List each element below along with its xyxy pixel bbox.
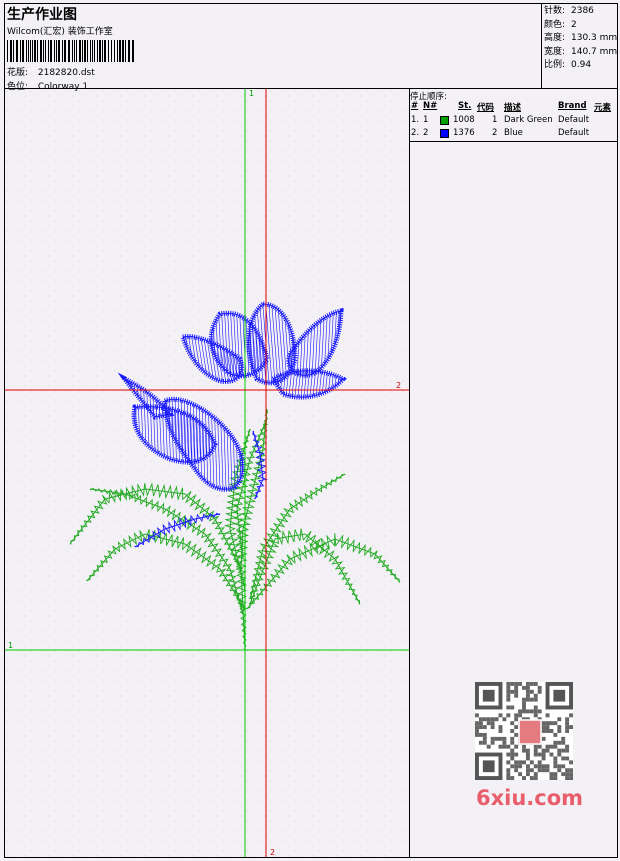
stat-label: 颜色: [544,19,566,30]
pattern-label: 花版: [7,68,29,78]
design-canvas[interactable]: 1 1 2 2 [5,89,409,857]
divider [410,141,618,142]
column-header: 描述 [504,103,522,113]
guide-label: 2 [396,381,401,390]
column-header: 代码 [477,103,495,113]
stop-sequence-panel: 停止顺序: # N# St. 代码 描述 Brand 元素 1. 1 1008 … [410,89,618,142]
header-info: 生产作业图 Wilcom(汇宏) 装饰工作室 花版: 2182820.dst 色… [7,4,537,92]
watermark-text: 6xiu.com [476,786,584,810]
pattern-file: 花版: 2182820.dst [7,65,95,78]
studio-name: Wilcom(汇宏) 装饰工作室 [7,27,113,37]
column-header: St. [458,101,472,111]
row-brand: Default [558,115,590,125]
stat-scale: 比例: 0.94 [544,59,616,73]
stat-value: 140.7 mm [571,46,618,57]
stat-label: 高度: [544,33,566,43]
row-code: 2 [492,128,498,138]
divider [409,89,410,857]
stat-value: 0.94 [571,60,592,70]
stat-height: 高度: 130.3 mm [544,32,618,46]
color-swatch [440,116,449,125]
stat-value: 2 [571,19,577,30]
qr-code-icon [475,682,573,780]
row-needle: 2 [423,128,429,138]
row-code: 1 [492,115,498,125]
page-title: 生产作业图 [7,7,77,23]
column-header: Brand [558,101,587,111]
column-header: # [411,101,419,111]
stat-width: 宽度: 140.7 mm [544,46,618,60]
barcode-icon [7,40,134,62]
row-index: 2. [411,128,420,138]
fabric-background [5,89,409,857]
guide-label: 1 [249,89,254,98]
stat-stitches: 针数: 2386 [544,5,616,19]
row-description: Dark Green [504,115,553,125]
production-sheet: 生产作业图 Wilcom(汇宏) 装饰工作室 花版: 2182820.dst 色… [0,0,620,861]
qr-badge-icon [518,719,542,745]
divider [541,3,542,88]
row-index: 1. [411,115,420,125]
stat-label: 针数: [544,6,566,16]
stat-label: 比例: [544,60,566,70]
color-swatch [440,129,449,138]
row-stitches: 1376 [453,128,475,138]
column-header: N# [423,101,438,111]
stop-sequence-header: # N# St. 代码 描述 Brand 元素 [410,101,618,113]
row-stitches: 1008 [453,115,475,125]
guide-label: 2 [270,848,275,857]
row-brand: Default [558,128,590,138]
watermark: 6xiu.com [470,680,585,815]
stat-value: 2386 [571,6,594,16]
table-row[interactable]: 2. 2 1376 2 Blue Default [410,128,618,140]
row-needle: 1 [423,115,429,125]
column-header: 元素 [594,103,612,113]
guide-label: 1 [8,641,13,650]
stat-label: 宽度: [544,46,566,57]
row-description: Blue [504,128,523,138]
stat-value: 130.3 mm [571,33,618,43]
table-row[interactable]: 1. 1 1008 1 Dark Green Default [410,115,618,127]
design-stats: 针数: 2386 颜色: 2 高度: 130.3 mm 宽度: 140.7 mm 比例:… [544,5,618,73]
stat-colors: 颜色: 2 [544,19,616,33]
pattern-value: 2182820.dst [37,68,95,78]
